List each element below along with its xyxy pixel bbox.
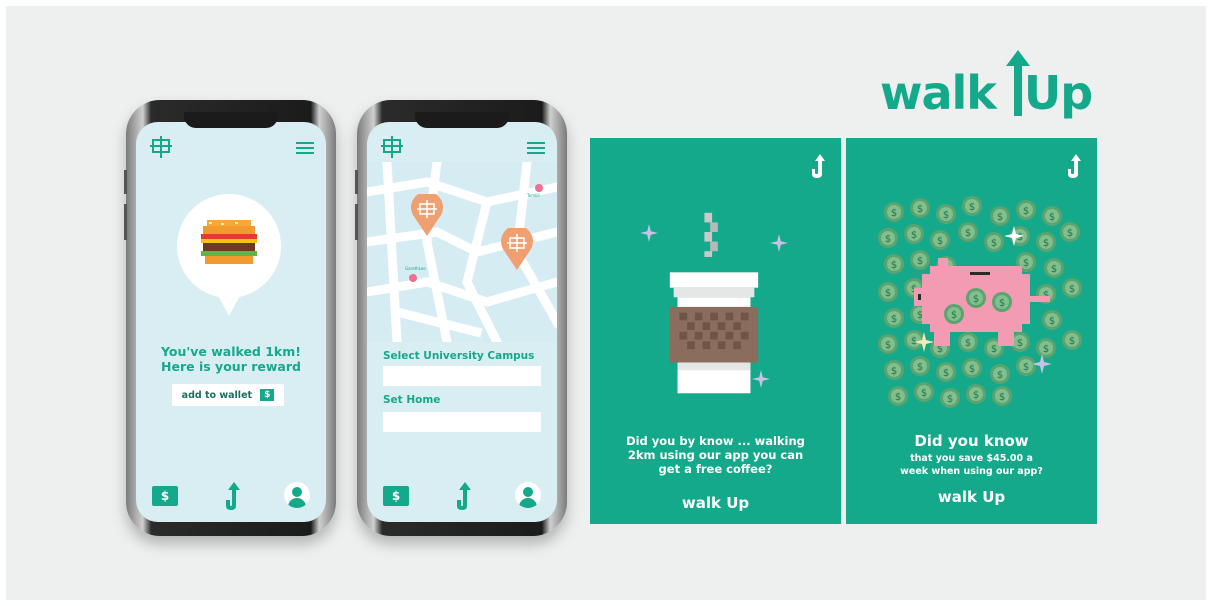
map-screen: Tomlill GarethLee Select University Camp… — [367, 122, 557, 522]
phone-side-button — [124, 170, 127, 194]
poster-logo: walk Up — [590, 494, 841, 512]
piggy-message: that you save $45.00 a week when using o… — [846, 452, 1097, 478]
piggy-line-2: week when using our app? — [900, 466, 1043, 477]
bottom-nav: $ — [136, 482, 326, 512]
walkup-arrow-icon — [1068, 154, 1081, 178]
logo-up: Up — [982, 488, 1006, 506]
coin-piggy-illustration: $ — [878, 196, 1082, 408]
campus-input[interactable] — [383, 366, 541, 386]
burger-icon — [201, 220, 257, 264]
add-to-wallet-button[interactable]: add to wallet $ — [172, 384, 284, 406]
map-pin-icon[interactable] — [501, 228, 533, 270]
logo-up: Up — [726, 494, 750, 512]
coffee-message: Did you by know ... walking 2km using ou… — [590, 434, 841, 476]
phone-side-button — [355, 170, 358, 194]
phone-notch — [415, 112, 509, 128]
reward-line-1: You've walked 1km! — [161, 344, 301, 359]
walkup-arrow-icon — [812, 154, 825, 178]
wordmark-walk: walk — [880, 66, 997, 120]
map-label-tomlill: Tomlill — [527, 193, 540, 198]
phone-notch — [184, 112, 278, 128]
menu-icon[interactable] — [296, 142, 314, 154]
poster-coffee: Did you by know ... walking 2km using ou… — [590, 138, 841, 524]
walkup-wordmark: walk Up — [880, 50, 1093, 120]
poster-piggy: $ Did you know that you save $45.00 a we… — [846, 138, 1097, 524]
campus-logo-icon[interactable] — [150, 136, 172, 158]
logo-walk: walk — [937, 488, 977, 506]
piggy-heading: Did you know — [914, 432, 1029, 450]
map-dot — [409, 274, 417, 282]
wordmark-up: Up — [996, 50, 1093, 120]
reward-line-2: Here is your reward — [161, 359, 301, 374]
wallet-icon[interactable]: $ — [152, 486, 178, 506]
phone-map: Tomlill GarethLee Select University Camp… — [355, 100, 567, 536]
phone-reward: You've walked 1km! Here is your reward a… — [124, 100, 336, 536]
sparkle-icon — [640, 224, 658, 242]
home-label: Set Home — [383, 394, 441, 406]
map-dot — [535, 184, 543, 192]
reward-bubble — [177, 194, 281, 316]
campus-map[interactable]: Tomlill GarethLee — [367, 162, 557, 342]
add-to-wallet-label: add to wallet — [181, 389, 253, 401]
map-pin-icon[interactable] — [411, 194, 443, 236]
profile-icon[interactable] — [515, 482, 541, 508]
dollar-icon: $ — [260, 389, 275, 401]
coffee-line-3: get a free coffee? — [658, 462, 773, 476]
coffee-line-1: Did you by know ... walking — [626, 434, 805, 448]
piggy-line-1: that you save $45.00 a — [910, 453, 1033, 464]
reward-screen: You've walked 1km! Here is your reward a… — [136, 122, 326, 522]
wordmark-up-text: Up — [1023, 66, 1093, 120]
home-input[interactable] — [383, 412, 541, 432]
walkup-arrow-icon[interactable] — [453, 482, 471, 510]
bottom-nav: $ — [367, 482, 557, 512]
campus-logo-icon[interactable] — [381, 136, 403, 158]
walkup-arrow-icon[interactable] — [222, 482, 240, 510]
map-label-garethlee: GarethLee — [405, 266, 426, 271]
coffee-cup-icon — [669, 212, 759, 394]
sparkle-icon — [770, 234, 788, 252]
campus-label: Select University Campus — [383, 350, 535, 362]
profile-icon[interactable] — [284, 482, 310, 508]
wallet-icon[interactable]: $ — [383, 486, 409, 506]
up-arrow-icon — [1005, 50, 1030, 116]
coffee-line-2: 2km using our app you can — [627, 448, 804, 462]
reward-message: You've walked 1km! Here is your reward — [136, 344, 326, 374]
menu-icon[interactable] — [527, 142, 545, 154]
phone-side-button — [124, 204, 127, 240]
logo-walk: walk — [681, 494, 721, 512]
poster-logo: walk Up — [846, 488, 1097, 506]
phone-side-button — [355, 204, 358, 240]
